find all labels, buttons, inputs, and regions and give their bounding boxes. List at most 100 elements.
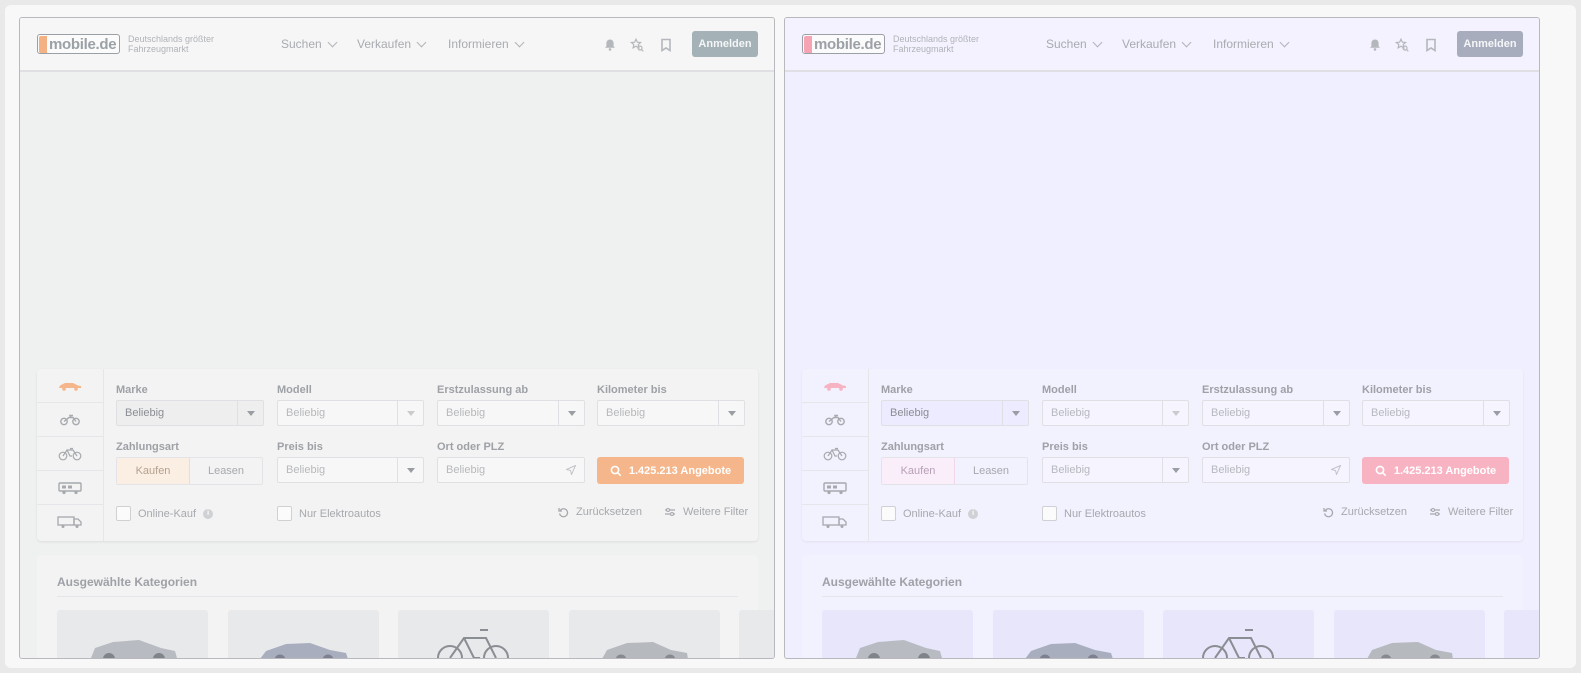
- dropdown-arrow-icon: [397, 401, 423, 425]
- reset-button[interactable]: Zurücksetzen: [558, 506, 642, 518]
- category-card[interactable]: [1334, 610, 1485, 658]
- bell-icon[interactable]: [603, 38, 617, 52]
- vehicle-tab-motorhome[interactable]: [802, 471, 868, 505]
- vehicle-tab-car[interactable]: [802, 369, 868, 403]
- car-icon: [824, 382, 846, 391]
- vehicle-tab-motorbike[interactable]: [802, 403, 868, 437]
- chevron-down-icon: [1092, 37, 1103, 47]
- search-submit-label: 1.425.213 Angebote: [1393, 464, 1497, 477]
- nav-item-suchen[interactable]: Suchen: [1046, 37, 1103, 51]
- login-button[interactable]: Anmelden: [1457, 31, 1523, 57]
- category-card[interactable]: [228, 610, 379, 658]
- location-input[interactable]: Beliebig: [437, 457, 585, 483]
- payment-option-leasen[interactable]: Leasen: [955, 458, 1027, 484]
- more-filters-label: Weitere Filter: [683, 506, 749, 518]
- electric-only-checkbox[interactable]: Nur Elektroautos: [1042, 506, 1146, 521]
- vehicle-tab-truck[interactable]: [37, 505, 103, 539]
- mileage-select[interactable]: Beliebig: [597, 400, 745, 426]
- bicycle-icon: [58, 447, 82, 460]
- first-registration-value: Beliebig: [1211, 407, 1251, 419]
- nav-item-verkaufen[interactable]: Verkaufen: [357, 37, 427, 51]
- make-value: Beliebig: [125, 407, 165, 419]
- make-select[interactable]: Beliebig: [116, 400, 264, 426]
- model-label: Modell: [277, 384, 312, 396]
- search-icon: [610, 465, 622, 476]
- site-logo[interactable]: mobile.de: [37, 34, 120, 54]
- reset-button[interactable]: Zurücksetzen: [1323, 506, 1407, 518]
- checkbox-box[interactable]: [881, 506, 896, 521]
- first-registration-select[interactable]: Beliebig: [437, 400, 585, 426]
- info-icon[interactable]: i: [203, 508, 214, 519]
- mileage-select[interactable]: Beliebig: [1362, 400, 1510, 426]
- model-select[interactable]: Beliebig: [277, 400, 424, 426]
- payment-option-kaufen[interactable]: Kaufen: [117, 458, 190, 484]
- nav-item-verkaufen[interactable]: Verkaufen: [1122, 37, 1192, 51]
- category-card[interactable]: [57, 610, 208, 658]
- nav-item-informieren[interactable]: Informieren: [448, 37, 525, 51]
- reset-icon: [558, 507, 569, 517]
- filter-sliders-icon: [1430, 507, 1440, 517]
- price-label: Preis bis: [277, 441, 323, 453]
- payment-label: Zahlungsart: [116, 441, 179, 453]
- location-arrow-icon[interactable]: [1331, 465, 1341, 475]
- vehicle-tab-motorbike[interactable]: [37, 403, 103, 437]
- category-card-partial[interactable]: [739, 610, 774, 658]
- online-purchase-checkbox[interactable]: Online-Kauf i: [116, 506, 214, 521]
- category-card[interactable]: [993, 610, 1144, 658]
- logo-tagline: Deutschlands größter Fahrzeugmarkt: [128, 34, 215, 54]
- search-submit-button[interactable]: 1.425.213 Angebote: [597, 457, 744, 484]
- search-submit-label: 1.425.213 Angebote: [628, 464, 732, 477]
- bookmark-icon[interactable]: [1424, 38, 1438, 52]
- logo-mark: [39, 35, 47, 53]
- category-card[interactable]: [1163, 610, 1314, 658]
- make-label: Marke: [116, 384, 148, 396]
- payment-option-leasen[interactable]: Leasen: [190, 458, 262, 484]
- divider: [822, 596, 1503, 597]
- checkbox-box[interactable]: [1042, 506, 1057, 521]
- location-label: Ort oder PLZ: [1202, 441, 1270, 453]
- more-filters-button[interactable]: Weitere Filter: [1429, 506, 1513, 518]
- motorhome-icon: [58, 481, 82, 494]
- category-card[interactable]: [822, 610, 973, 658]
- checkbox-box[interactable]: [277, 506, 292, 521]
- nav-item-suchen[interactable]: Suchen: [281, 37, 338, 51]
- category-card[interactable]: [398, 610, 549, 658]
- make-select[interactable]: Beliebig: [881, 400, 1029, 426]
- star-search-icon[interactable]: [1395, 38, 1409, 52]
- nav-label: Suchen: [281, 37, 322, 51]
- vehicle-type-tabs: [802, 369, 869, 541]
- price-select[interactable]: Beliebig: [277, 457, 424, 483]
- electric-only-checkbox[interactable]: Nur Elektroautos: [277, 506, 381, 521]
- nav-item-informieren[interactable]: Informieren: [1213, 37, 1290, 51]
- search-form: Marke Beliebig Modell Beliebig Erstzulas…: [802, 369, 1523, 541]
- vehicle-tab-motorhome[interactable]: [37, 471, 103, 505]
- vehicle-tab-bicycle[interactable]: [37, 437, 103, 471]
- star-search-icon[interactable]: [630, 38, 644, 52]
- e-bike-image: [1202, 629, 1274, 658]
- vehicle-tab-truck[interactable]: [802, 505, 868, 539]
- vehicle-tab-car[interactable]: [37, 369, 103, 403]
- location-input[interactable]: Beliebig: [1202, 457, 1350, 483]
- first-registration-select[interactable]: Beliebig: [1202, 400, 1350, 426]
- checkbox-box[interactable]: [116, 506, 131, 521]
- model-select[interactable]: Beliebig: [1042, 400, 1189, 426]
- price-value: Beliebig: [1051, 464, 1091, 476]
- category-card[interactable]: [569, 610, 720, 658]
- login-button[interactable]: Anmelden: [692, 31, 758, 57]
- bookmark-icon[interactable]: [659, 38, 673, 52]
- mileage-label: Kilometer bis: [597, 384, 667, 396]
- category-card-partial[interactable]: [1504, 610, 1539, 658]
- bell-icon[interactable]: [1368, 38, 1382, 52]
- price-label: Preis bis: [1042, 441, 1088, 453]
- motorhome-icon: [823, 481, 847, 494]
- payment-option-kaufen[interactable]: Kaufen: [882, 458, 955, 484]
- site-logo[interactable]: mobile.de: [802, 34, 885, 54]
- info-icon[interactable]: i: [968, 508, 979, 519]
- search-submit-button[interactable]: 1.425.213 Angebote: [1362, 457, 1509, 484]
- more-filters-button[interactable]: Weitere Filter: [664, 506, 748, 518]
- payment-label: Zahlungsart: [881, 441, 944, 453]
- vehicle-tab-bicycle[interactable]: [802, 437, 868, 471]
- price-select[interactable]: Beliebig: [1042, 457, 1189, 483]
- online-purchase-checkbox[interactable]: Online-Kauf i: [881, 506, 979, 521]
- location-arrow-icon[interactable]: [566, 465, 576, 475]
